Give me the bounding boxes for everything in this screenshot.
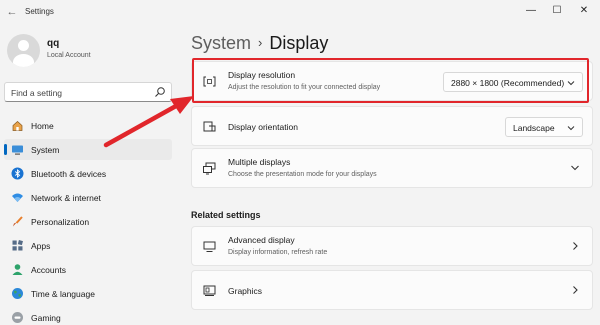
- orientation-value: Landscape: [513, 123, 555, 133]
- person-icon: [12, 264, 23, 275]
- advanced-display-card[interactable]: Advanced display Display information, re…: [191, 226, 593, 266]
- home-icon: [12, 121, 23, 131]
- sidebar-item-gaming[interactable]: Gaming: [4, 307, 172, 325]
- annotation-arrow-icon: [103, 96, 194, 148]
- card-title: Display orientation: [228, 122, 298, 132]
- sidebar-item-bluetooth[interactable]: Bluetooth & devices: [4, 163, 172, 184]
- breadcrumb-separator-icon: ›: [258, 35, 263, 50]
- active-indicator: [4, 144, 7, 155]
- system-icon: [12, 145, 23, 155]
- related-settings-heading: Related settings: [191, 210, 261, 220]
- sidebar-item-accounts[interactable]: Accounts: [4, 259, 172, 280]
- sidebar-item-apps[interactable]: Apps: [4, 235, 172, 256]
- globe-icon: [12, 288, 23, 299]
- avatar-body-icon: [13, 54, 34, 67]
- monitor-icon: [203, 241, 216, 252]
- graphics-card-icon: [203, 285, 216, 296]
- account-type: Local Account: [47, 52, 91, 59]
- sidebar-item-network[interactable]: Network & internet: [4, 187, 172, 208]
- multiple-displays-card[interactable]: Multiple displays Choose the presentatio…: [191, 148, 593, 188]
- back-arrow-icon[interactable]: ←: [5, 5, 19, 19]
- sidebar-item-label: System: [31, 145, 60, 155]
- maximize-button[interactable]: ☐: [546, 2, 568, 20]
- sidebar-item-label: Gaming: [31, 313, 61, 323]
- minimize-button[interactable]: —: [520, 2, 542, 20]
- sidebar-item-label: Bluetooth & devices: [31, 169, 107, 179]
- highlight-box: [192, 58, 589, 103]
- sidebar: qq Local Account Find a setting Home Sys…: [0, 26, 180, 325]
- sidebar-item-label: Time & language: [31, 289, 95, 299]
- page-title: System › Display: [191, 33, 328, 54]
- user-name: qq: [47, 38, 60, 49]
- card-title: Graphics: [228, 286, 263, 296]
- brush-icon: [13, 216, 23, 227]
- search-placeholder: Find a setting: [11, 88, 63, 98]
- chevron-down-icon[interactable]: [570, 163, 580, 173]
- apps-icon: [12, 240, 23, 251]
- card-title: Advanced display: [228, 235, 295, 245]
- sidebar-item-label: Accounts: [31, 265, 66, 275]
- graphics-card[interactable]: Graphics: [191, 270, 593, 310]
- close-button[interactable]: ✕: [573, 2, 595, 20]
- sidebar-item-label: Apps: [31, 241, 51, 251]
- chevron-down-icon: [567, 126, 575, 131]
- sidebar-item-label: Network & internet: [31, 193, 101, 203]
- card-title: Multiple displays: [228, 157, 291, 167]
- gaming-icon: [12, 312, 23, 323]
- bluetooth-icon: [11, 167, 24, 180]
- breadcrumb-system[interactable]: System: [191, 33, 251, 53]
- breadcrumb-current: Display: [269, 33, 329, 53]
- chevron-right-icon[interactable]: [570, 285, 580, 295]
- card-subtitle: Display information, refresh rate: [228, 249, 328, 256]
- sidebar-item-label: Home: [31, 121, 54, 131]
- multiple-displays-icon: [203, 162, 216, 175]
- card-subtitle: Choose the presentation mode for your di…: [228, 171, 377, 178]
- app-title: Settings: [25, 7, 54, 16]
- orientation-icon: [203, 121, 216, 132]
- wifi-icon: [12, 193, 23, 202]
- chevron-right-icon[interactable]: [570, 241, 580, 251]
- orientation-dropdown[interactable]: Landscape: [505, 117, 583, 137]
- sidebar-item-label: Personalization: [31, 217, 90, 227]
- title-bar: ← Settings — ☐ ✕: [0, 0, 600, 26]
- display-orientation-card[interactable]: Display orientation Landscape: [191, 106, 593, 146]
- avatar-head-icon: [18, 40, 29, 51]
- avatar[interactable]: [7, 34, 40, 67]
- sidebar-item-time-language[interactable]: Time & language: [4, 283, 172, 304]
- sidebar-item-personalization[interactable]: Personalization: [4, 211, 172, 232]
